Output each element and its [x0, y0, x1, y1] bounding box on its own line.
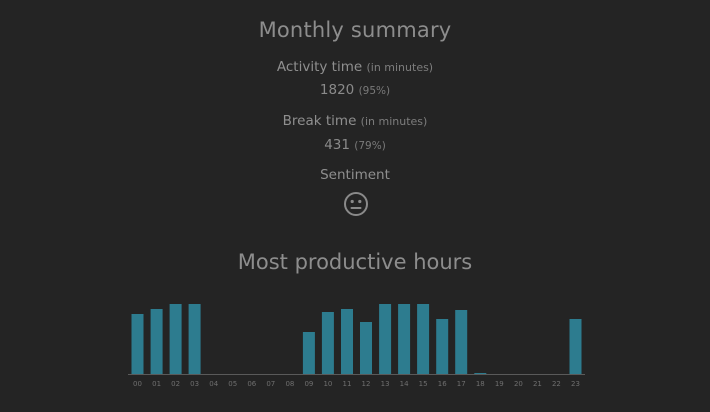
- activity-time-percent: (95%): [358, 85, 391, 97]
- break-time-label: Break time (in minutes): [0, 113, 710, 129]
- bar-hour-23: [569, 319, 582, 374]
- bar-hour-01: [150, 309, 163, 374]
- bar-hour-18: [474, 373, 487, 374]
- bar-hour-14: [398, 304, 411, 374]
- break-time-unit: (in minutes): [360, 115, 428, 128]
- productive-hours-title: Most productive hours: [237, 250, 473, 274]
- activity-time-label: Activity time (in minutes): [0, 59, 710, 75]
- x-tick-label: 17: [457, 380, 466, 388]
- bar-hour-00: [131, 314, 144, 374]
- summary-title: Monthly summary: [258, 18, 452, 42]
- break-time-label-text: Break time: [282, 113, 357, 129]
- break-time-number: 431: [324, 137, 350, 153]
- x-tick-label: 21: [533, 380, 542, 388]
- activity-time-unit: (in minutes): [366, 61, 434, 74]
- break-time-percent: (79%): [354, 140, 386, 152]
- monthly-summary-panel: Monthly summary Activity time (in minute…: [0, 0, 710, 412]
- x-tick-label: 02: [171, 380, 180, 388]
- x-tick-label: 14: [400, 380, 409, 388]
- x-tick-label: 11: [343, 380, 352, 388]
- bar-hour-12: [360, 322, 372, 374]
- sentiment-label: Sentiment: [320, 167, 390, 183]
- bar-hour-09: [302, 332, 315, 374]
- x-tick-label: 19: [495, 380, 504, 388]
- x-tick-label: 16: [438, 380, 447, 388]
- x-tick-label: 03: [190, 380, 199, 388]
- x-tick-label: 18: [476, 380, 485, 388]
- x-tick-label: 06: [247, 380, 256, 388]
- x-tick-label: 12: [362, 380, 371, 388]
- bar-hour-17: [455, 310, 468, 374]
- bar-hour-13: [379, 304, 392, 374]
- productive-hours-chart: 00 01 02 03 04 05 06 07 08 09 10 11 12 13 14 15 16 17 18 19…: [128, 304, 585, 388]
- x-tick-label: 10: [323, 380, 332, 388]
- x-tick-label: 20: [514, 380, 523, 388]
- x-tick-label: 15: [419, 380, 428, 388]
- x-tick-label: 13: [381, 380, 390, 388]
- break-time-value: 431 (79%): [0, 137, 710, 153]
- x-tick-label: 23: [571, 380, 580, 388]
- x-tick-label: 04: [209, 380, 218, 388]
- x-tick-label: 00: [133, 380, 142, 388]
- bar-hour-02: [169, 304, 182, 374]
- bar-hour-16: [436, 319, 449, 374]
- x-tick-label: 01: [152, 380, 161, 388]
- x-tick-label: 22: [552, 380, 561, 388]
- bar-hour-10: [321, 312, 334, 374]
- x-tick-label: 08: [285, 380, 294, 388]
- bar-hour-11: [341, 309, 353, 374]
- activity-time-number: 1820: [319, 82, 355, 98]
- x-tick-label: 09: [304, 380, 313, 388]
- bar-hour-15: [417, 304, 430, 374]
- x-tick-label: 07: [266, 380, 275, 388]
- x-tick-label: 05: [228, 380, 237, 388]
- neutral-face-icon: [344, 192, 368, 216]
- activity-time-value: 1820 (95%): [0, 82, 710, 98]
- bar-hour-03: [188, 304, 201, 374]
- activity-time-label-text: Activity time: [276, 59, 363, 75]
